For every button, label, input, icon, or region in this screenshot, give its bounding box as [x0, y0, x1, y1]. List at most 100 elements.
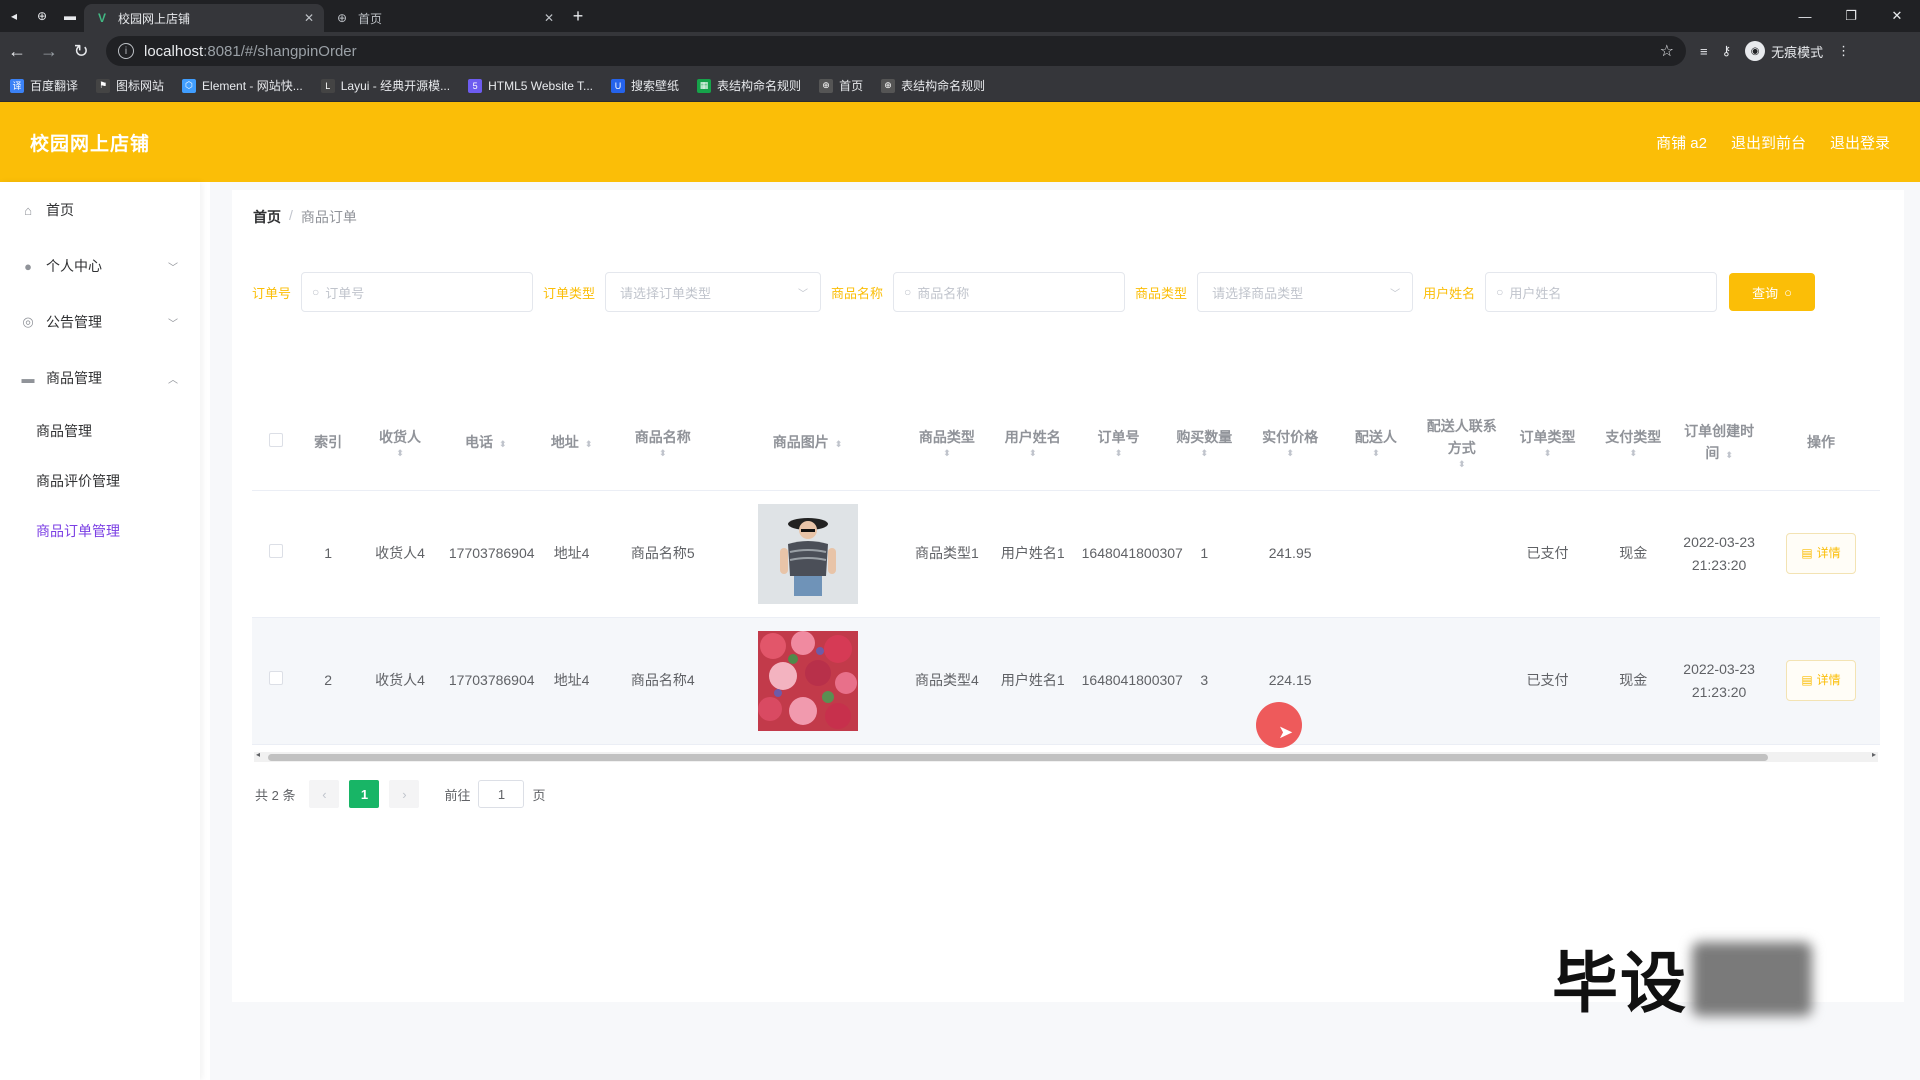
goto-page-input[interactable]: 1	[478, 780, 525, 808]
bookmark-item[interactable]: ⊕ 表结构命名规则	[881, 77, 985, 94]
sort-icon[interactable]: ⬍	[585, 439, 593, 449]
header-price[interactable]: 实付价格 ⬍	[1247, 395, 1334, 491]
header-phone[interactable]: 电话 ⬍	[442, 395, 529, 491]
header-quantity[interactable]: 购买数量 ⬍	[1161, 395, 1248, 491]
new-tab-icon[interactable]: +	[564, 6, 592, 27]
product-photo-flowers[interactable]	[757, 630, 858, 731]
back-icon[interactable]: ←	[2, 36, 32, 66]
header-action: 操作	[1762, 395, 1880, 491]
bookmark-item[interactable]: ⊕ 首页	[819, 77, 863, 94]
restore-icon[interactable]: ❐	[1828, 0, 1874, 32]
row-checkbox[interactable]	[268, 671, 283, 685]
sidebar-item-notice[interactable]: ◎ 公告管理 ﹀	[0, 294, 200, 350]
sort-icon[interactable]: ⬍	[1251, 448, 1329, 458]
sort-icon[interactable]: ⬍	[994, 448, 1072, 458]
search-button[interactable]: 查询 ○	[1729, 273, 1816, 311]
logout-link[interactable]: 退出登录	[1830, 132, 1890, 153]
product-type-select[interactable]: 请选择商品类型 ﹀	[1197, 272, 1414, 312]
sort-icon[interactable]: ⬍	[1165, 448, 1243, 458]
horizontal-scrollbar[interactable]: ◂ ▸	[254, 750, 1878, 762]
bookmark-item[interactable]: 译百度翻译	[10, 77, 78, 94]
key-icon[interactable]: ⚷	[1722, 43, 1732, 59]
header-user-name[interactable]: 用户姓名 ⬍	[989, 395, 1076, 491]
menu-icon[interactable]: ⋮	[1837, 43, 1850, 59]
scroll-left-icon[interactable]: ◂	[256, 750, 260, 759]
sort-icon[interactable]: ⬍	[1725, 450, 1733, 460]
globe-icon[interactable]: ⊕	[28, 0, 56, 32]
sort-icon[interactable]: ⬍	[1594, 448, 1672, 458]
close-icon[interactable]: ✕	[304, 11, 314, 25]
incognito-indicator[interactable]: ◉ 无痕模式	[1745, 41, 1823, 61]
app-header: 校园网上店铺 商铺 a2 退出到前台 退出登录	[0, 102, 1920, 182]
sidebar-item-label: 个人中心	[46, 258, 102, 274]
breadcrumb-home[interactable]: 首页	[253, 207, 281, 227]
shop-account-link[interactable]: 商铺 a2	[1656, 132, 1707, 153]
incognito-label: 无痕模式	[1771, 44, 1824, 60]
sort-icon[interactable]: ⬍	[1080, 448, 1158, 458]
window-icon[interactable]: ▬	[56, 0, 84, 32]
forward-icon[interactable]: →	[34, 36, 64, 66]
tab-search-icon[interactable]: ◂	[0, 0, 28, 32]
close-window-icon[interactable]: ✕	[1874, 0, 1920, 32]
bookmark-item[interactable]: 5 HTML5 Website T...	[468, 78, 593, 93]
order-no-input[interactable]: ○ 订单号	[301, 272, 534, 312]
sidebar-subitem-product-order[interactable]: 商品订单管理	[0, 506, 200, 556]
bookmark-item[interactable]: U 搜索壁纸	[611, 77, 679, 94]
bookmark-item[interactable]: ⬡ Element - 网站快...	[182, 77, 303, 94]
product-photo-person[interactable]	[757, 503, 858, 604]
bookmark-item[interactable]: ⚑ 图标网站	[96, 77, 164, 94]
url-input[interactable]: i localhost:8081/#/shangpinOrder ☆	[106, 36, 1686, 66]
header-address[interactable]: 地址 ⬍	[528, 395, 615, 491]
reload-icon[interactable]: ↻	[66, 36, 96, 66]
bookmark-item[interactable]: L Layui - 经典开源模...	[320, 77, 450, 94]
reading-list-icon[interactable]: ≡	[1700, 44, 1708, 59]
sidebar-item-label: 首页	[46, 202, 74, 218]
header-product-image[interactable]: 商品图片 ⬍	[711, 395, 905, 491]
sort-icon[interactable]: ⬍	[618, 448, 707, 458]
scrollbar-thumb[interactable]	[268, 754, 1768, 761]
detail-button[interactable]: ▤ 详情	[1786, 660, 1856, 701]
exit-to-front-link[interactable]: 退出到前台	[1731, 132, 1806, 153]
close-icon[interactable]: ✕	[544, 11, 554, 25]
sidebar-item-home[interactable]: ⌂ 首页	[0, 182, 200, 238]
sort-icon[interactable]: ⬍	[361, 448, 439, 458]
minimize-icon[interactable]: —	[1782, 0, 1828, 32]
next-page-button[interactable]: ›	[389, 780, 420, 808]
sidebar-subitem-product-manage[interactable]: 商品管理	[0, 406, 200, 456]
header-courier[interactable]: 配送人 ⬍	[1333, 395, 1419, 491]
product-name-input[interactable]: ○ 商品名称	[893, 272, 1126, 312]
sidebar-subitem-product-review[interactable]: 商品评价管理	[0, 456, 200, 506]
page-number-current[interactable]: 1	[349, 780, 380, 808]
info-icon[interactable]: i	[118, 43, 134, 59]
window-controls: — ❐ ✕	[1782, 0, 1920, 32]
header-order-no[interactable]: 订单号 ⬍	[1075, 395, 1162, 491]
order-type-select[interactable]: 请选择订单类型 ﹀	[605, 272, 822, 312]
select-all-checkbox[interactable]	[268, 433, 283, 448]
sort-icon[interactable]: ⬍	[499, 439, 507, 449]
header-product-name[interactable]: 商品名称 ⬍	[614, 395, 711, 491]
sort-icon[interactable]: ⬍	[1337, 448, 1415, 458]
cell-product-type: 商品类型4	[904, 617, 990, 745]
header-order-type[interactable]: 订单类型 ⬍	[1504, 395, 1591, 491]
sort-icon[interactable]: ⬍	[908, 448, 986, 458]
browser-tab-inactive[interactable]: ⊕ 首页 ✕	[324, 4, 564, 32]
sort-icon[interactable]: ⬍	[835, 439, 843, 449]
bookmark-item[interactable]: ▦ 表结构命名规则	[697, 77, 801, 94]
detail-button[interactable]: ▤ 详情	[1786, 533, 1856, 574]
row-checkbox[interactable]	[268, 544, 283, 558]
header-receiver[interactable]: 收货人 ⬍	[357, 395, 443, 491]
star-icon[interactable]: ☆	[1660, 41, 1674, 61]
table-row: 2 收货人4 17703786904 地址4 商品名称4 商品类型4 用户姓名1…	[252, 617, 1880, 745]
browser-tab-active[interactable]: V 校园网上店铺 ✕	[84, 4, 324, 32]
scroll-right-icon[interactable]: ▸	[1872, 750, 1876, 759]
user-name-input[interactable]: ○ 用户姓名	[1485, 272, 1718, 312]
sort-icon[interactable]: ⬍	[1423, 459, 1501, 469]
header-courier-contact[interactable]: 配送人联系方式 ⬍	[1418, 395, 1505, 491]
sidebar-item-profile[interactable]: ● 个人中心 ﹀	[0, 238, 200, 294]
header-created-at[interactable]: 订单创建时间 ⬍	[1676, 395, 1762, 491]
sort-icon[interactable]: ⬍	[1509, 448, 1587, 458]
header-product-type[interactable]: 商品类型 ⬍	[904, 395, 990, 491]
header-pay-type[interactable]: 支付类型 ⬍	[1590, 395, 1677, 491]
sidebar-item-products[interactable]: ▬ 商品管理 ︿	[0, 350, 200, 406]
prev-page-button[interactable]: ‹	[309, 780, 340, 808]
